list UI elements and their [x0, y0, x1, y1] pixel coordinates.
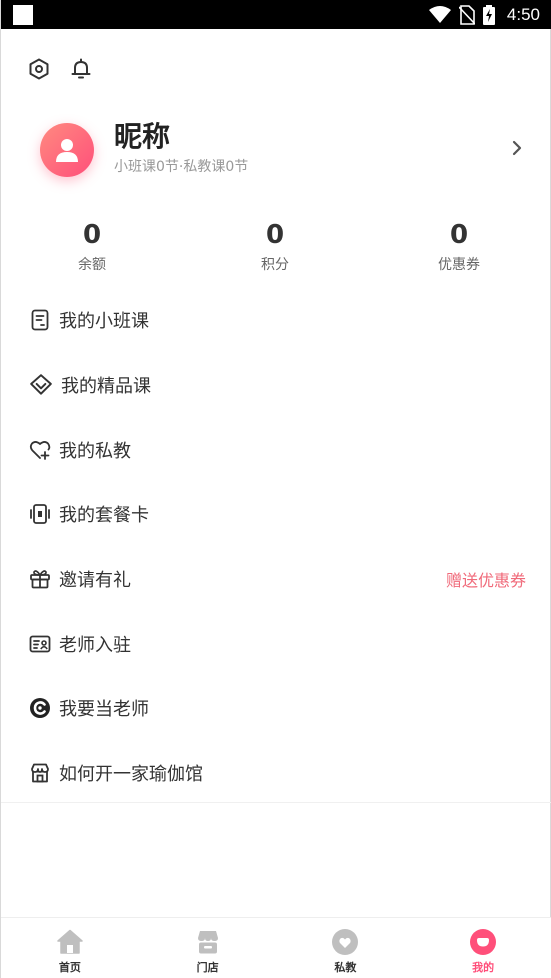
battery-charging-icon: [482, 4, 495, 25]
stat-label: 积分: [261, 257, 289, 273]
menu-item-private-coach[interactable]: 我的私教: [1, 417, 551, 482]
card-icon: [30, 504, 50, 525]
c-logo-icon: [30, 698, 50, 719]
tab-label: 我的: [472, 961, 495, 974]
profile-card[interactable]: 昵称 小班课0节·私教课0节: [1, 110, 551, 190]
menu-item-label: 老师入驻: [59, 634, 131, 656]
store-icon: [31, 763, 49, 783]
stat-balance[interactable]: 0 余额: [32, 218, 152, 274]
id-card-icon: [29, 635, 51, 653]
tab-label: 门店: [196, 961, 219, 974]
tab-store[interactable]: 门店: [139, 918, 277, 978]
tab-label: 首页: [58, 961, 81, 974]
bottom-tab-bar: 首页 门店 私教 我的: [1, 917, 551, 978]
stats-row: 0 余额 0 积分 0 优惠券: [1, 218, 551, 278]
tab-private-coach[interactable]: 私教: [277, 918, 415, 978]
menu-item-label: 我的套餐卡: [59, 505, 149, 527]
stat-points[interactable]: 0 积分: [215, 218, 335, 274]
stat-label: 余额: [78, 257, 106, 273]
menu-item-small-class[interactable]: 我的小班课: [1, 288, 551, 353]
menu-item-become-teacher[interactable]: 我要当老师: [1, 676, 551, 741]
settings-hexagon-icon[interactable]: [27, 57, 51, 81]
coupon-promo-link[interactable]: 赠送优惠券: [446, 567, 526, 591]
top-actions: [27, 57, 93, 81]
list-divider: [1, 802, 551, 803]
class-count-info: 小班课0节·私教课0节: [114, 159, 249, 175]
chevron-right-icon[interactable]: [507, 138, 527, 158]
menu-item-label: 如何开一家瑜伽馆: [59, 764, 203, 786]
home-icon: [57, 929, 83, 954]
tab-label: 私教: [334, 961, 357, 974]
menu-item-label: 我要当老师: [59, 699, 149, 721]
menu-item-label: 我的精品课: [61, 376, 151, 398]
profile-icon: [470, 929, 497, 955]
menu-item-label: 邀请有礼: [59, 570, 131, 592]
menu-item-invite-gift[interactable]: 邀请有礼 赠送优惠券: [1, 547, 551, 612]
stat-value: 0: [82, 220, 102, 250]
shop-icon: [197, 931, 218, 954]
nickname: 昵称: [114, 120, 171, 153]
status-time: 4:50: [506, 4, 540, 24]
stat-label: 优惠券: [438, 257, 480, 273]
avatar[interactable]: [40, 123, 94, 177]
heart-plus-icon: [29, 440, 51, 460]
diamond-icon: [30, 374, 52, 395]
stat-value: 0: [265, 220, 285, 250]
menu-item-label: 我的私教: [59, 440, 131, 462]
bell-icon[interactable]: [69, 57, 93, 81]
document-icon: [31, 309, 49, 331]
menu-item-premium-course[interactable]: 我的精品课: [1, 353, 551, 418]
user-icon: [56, 139, 78, 162]
stat-value: 0: [449, 220, 469, 250]
gift-icon: [30, 570, 50, 589]
no-sim-icon: [458, 4, 475, 25]
status-bar: 4:50: [1, 0, 551, 29]
tab-mine[interactable]: 我的: [414, 918, 551, 978]
menu-list: 我的小班课 我的精品课 我的私教 我的套餐卡 邀请有礼 赠送优惠券 老师入驻 我…: [1, 288, 551, 806]
menu-item-open-yoga-studio[interactable]: 如何开一家瑜伽馆: [1, 741, 551, 806]
menu-item-label: 我的小班课: [59, 311, 149, 333]
status-indicators: 4:50: [428, 4, 540, 25]
menu-item-teacher-join[interactable]: 老师入驻: [1, 611, 551, 676]
notification-icon: [13, 4, 33, 25]
menu-item-package-card[interactable]: 我的套餐卡: [1, 482, 551, 547]
tab-home[interactable]: 首页: [1, 918, 139, 978]
wifi-icon: [428, 5, 451, 23]
stat-coupons[interactable]: 0 优惠券: [399, 218, 519, 274]
heart-circle-icon: [332, 929, 359, 955]
